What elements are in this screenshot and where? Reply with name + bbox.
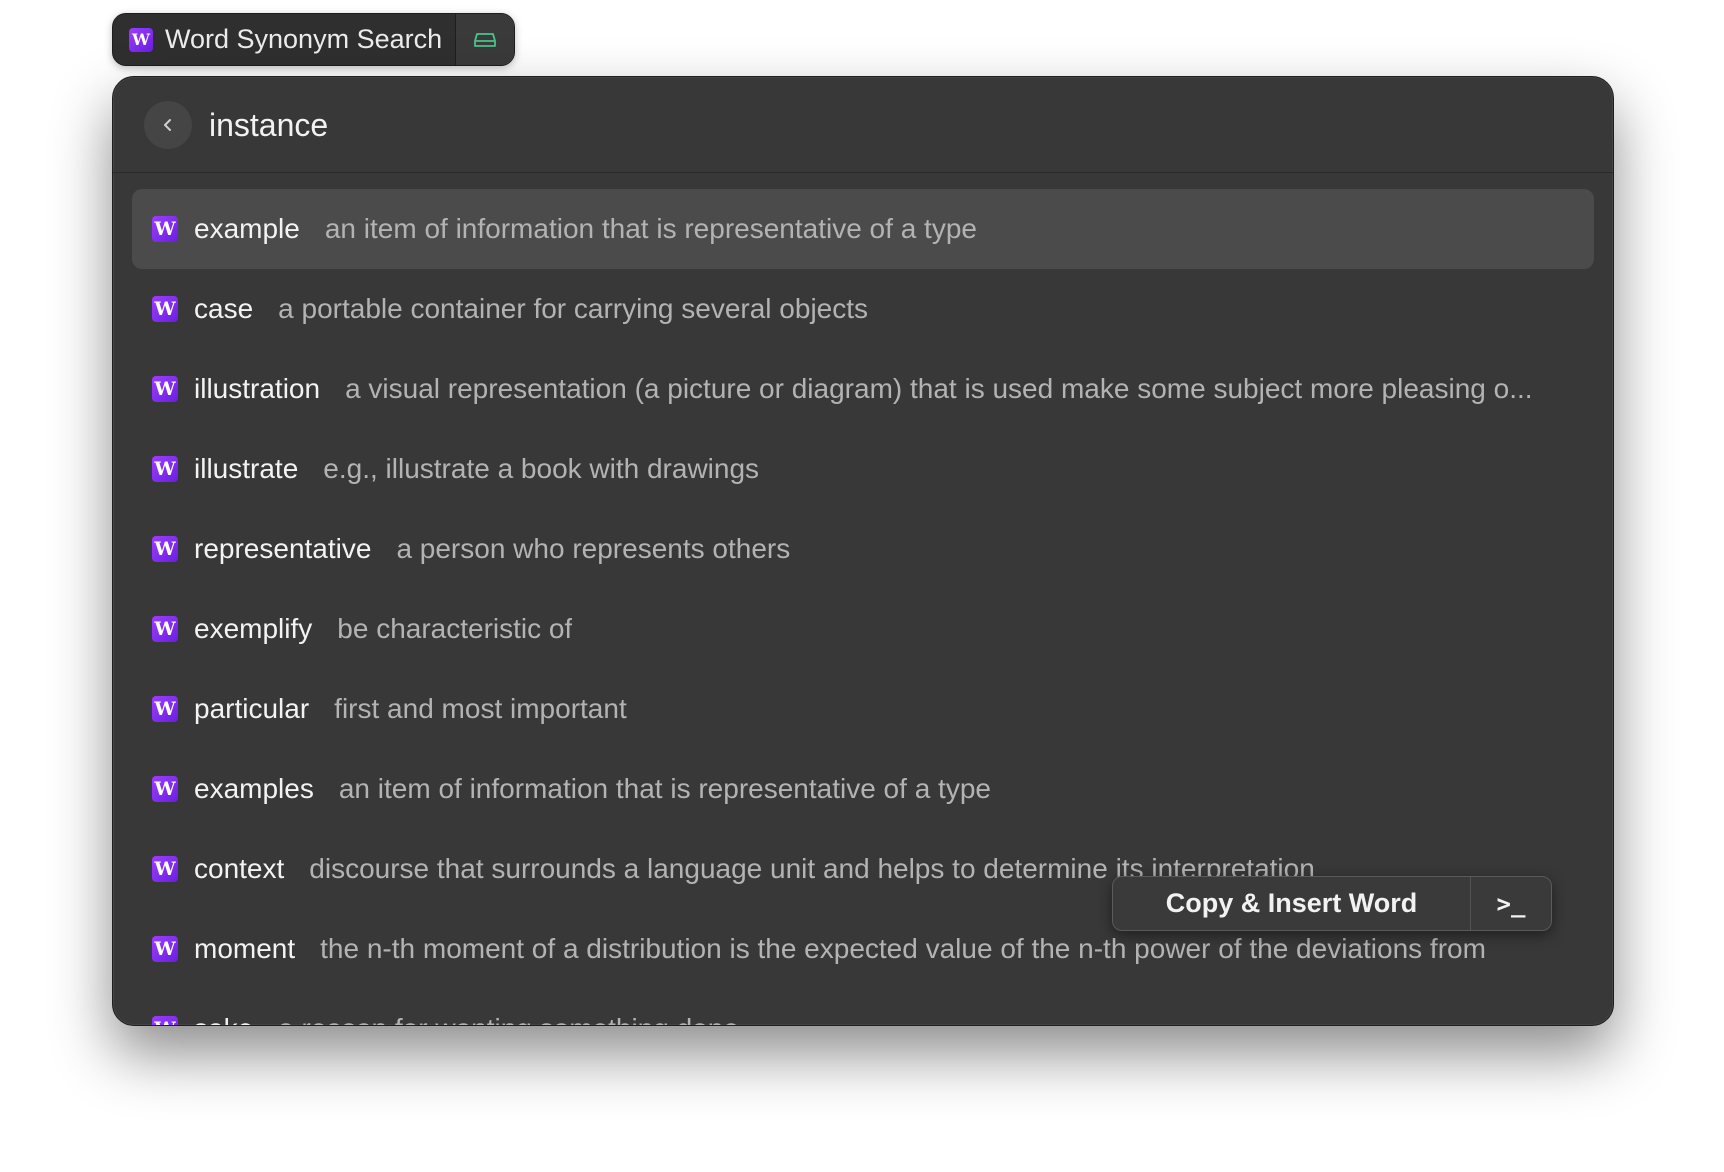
result-word: examples	[194, 773, 314, 804]
hard-drive-icon	[474, 32, 496, 47]
result-word: illustrate	[194, 453, 299, 484]
copy-insert-word-button[interactable]: Copy & Insert Word	[1113, 877, 1470, 930]
result-row[interactable]: W examples an item of information that i…	[132, 749, 1594, 829]
result-definition: an item of information that is represent…	[338, 773, 991, 804]
result-definition: the n-th moment of a distribution is the…	[320, 933, 1486, 964]
result-definition: a visual representation (a picture or di…	[345, 373, 1533, 404]
result-definition: a person who represents others	[396, 533, 791, 564]
result-word: moment	[194, 933, 296, 964]
action-bar: Copy & Insert Word >_	[1112, 876, 1552, 931]
result-row[interactable]: W particular first and most important	[132, 669, 1594, 749]
result-definition: first and most important	[334, 693, 627, 724]
result-definition: a portable container for carrying severa…	[278, 293, 869, 324]
word-w-icon: W	[129, 27, 153, 52]
word-w-icon: W	[152, 296, 178, 322]
word-w-icon: W	[152, 856, 178, 882]
word-w-icon: W	[152, 696, 178, 722]
word-w-icon: W	[152, 776, 178, 802]
result-word: example	[194, 213, 300, 244]
hard-drive-button[interactable]	[455, 14, 514, 65]
result-word: sake	[194, 1013, 253, 1025]
word-w-icon: W	[152, 936, 178, 962]
chevron-left-icon	[164, 119, 171, 131]
extension-title: Word Synonym Search	[165, 24, 443, 54]
word-w-icon: W	[152, 536, 178, 562]
result-row[interactable]: W representative a person who represents…	[132, 509, 1594, 589]
word-w-icon: W	[152, 616, 178, 642]
result-word: context	[194, 853, 285, 884]
result-word: representative	[194, 533, 372, 564]
result-word: exemplify	[194, 613, 313, 644]
result-word: particular	[194, 693, 310, 724]
terminal-prompt-icon[interactable]: >_	[1470, 877, 1551, 930]
word-w-icon: W	[152, 456, 178, 482]
result-word: case	[194, 293, 254, 324]
word-w-icon: W	[152, 376, 178, 402]
result-row[interactable]: W example an item of information that is…	[132, 189, 1594, 269]
result-definition: a reason for wanting something done	[278, 1013, 739, 1025]
word-w-icon: W	[152, 1016, 178, 1025]
result-word: illustration	[194, 373, 321, 404]
search-bar	[113, 77, 1613, 173]
result-row[interactable]: W case a portable container for carrying…	[132, 269, 1594, 349]
result-row[interactable]: W illustration a visual representation (…	[132, 349, 1594, 429]
search-input[interactable]	[209, 97, 1509, 153]
result-definition: e.g., illustrate a book with drawings	[323, 453, 760, 484]
back-button[interactable]	[144, 101, 192, 149]
result-definition: be characteristic of	[337, 613, 573, 644]
result-row[interactable]: W exemplify be characteristic of	[132, 589, 1594, 669]
extension-title-pill: W Word Synonym Search	[112, 13, 515, 66]
result-definition: an item of information that is represent…	[324, 213, 977, 244]
result-row[interactable]: W illustrate e.g., illustrate a book wit…	[132, 429, 1594, 509]
word-w-icon: W	[152, 216, 178, 242]
result-row[interactable]: W sake a reason for wanting something do…	[132, 989, 1594, 1025]
